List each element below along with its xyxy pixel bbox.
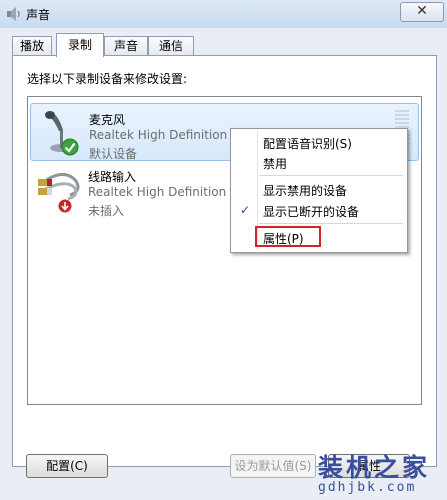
tab-label: 声音 — [113, 39, 138, 53]
tab-communications[interactable]: 通信 — [148, 36, 194, 56]
menu-item-show-disabled[interactable]: 显示禁用的设备 — [263, 182, 347, 199]
set-default-button[interactable]: 设为默认值(S) — [230, 454, 316, 478]
window-title: 声音 — [26, 8, 51, 22]
tab-label: 录制 — [67, 38, 92, 52]
watermark-logo: 装机之家 — [318, 453, 431, 482]
menu-separator — [259, 223, 403, 224]
configure-button[interactable]: 配置(C) — [26, 454, 108, 478]
close-icon: ✕ — [416, 3, 428, 19]
checkmark-icon: ✓ — [240, 203, 251, 217]
highlight-box — [255, 226, 321, 247]
device-name: 麦克风 — [89, 113, 126, 127]
menu-separator — [259, 175, 403, 176]
tab-label: 通信 — [158, 39, 183, 53]
default-check-icon — [61, 138, 79, 156]
title-bar: 声音 ✕ — [0, 0, 447, 28]
device-status: 未插入 — [88, 204, 125, 218]
menu-item-disable[interactable]: 禁用 — [263, 155, 287, 172]
close-button[interactable]: ✕ — [400, 2, 444, 22]
tab-label: 播放 — [19, 39, 44, 53]
unplugged-arrow-icon — [58, 199, 72, 213]
context-menu: 配置语音识别(S) 禁用 显示禁用的设备 ✓ 显示已断开的设备 属性(P) — [230, 128, 408, 253]
device-name: 线路输入 — [88, 170, 137, 184]
device-status: 默认设备 — [89, 147, 138, 161]
watermark-url: gdhjbk.com — [318, 480, 417, 495]
recording-panel: 选择以下录制设备来修改设置: 麦克风 Realtek High Definiti… — [12, 55, 437, 467]
speaker-icon — [7, 7, 20, 21]
tab-sounds[interactable]: 声音 — [104, 36, 148, 56]
menu-item-configure-speech[interactable]: 配置语音识别(S) — [263, 135, 352, 152]
tab-recording[interactable]: 录制 — [56, 33, 104, 57]
tab-playback[interactable]: 播放 — [12, 36, 52, 56]
menu-item-show-disconnected[interactable]: 显示已断开的设备 — [263, 203, 359, 220]
instruction-text: 选择以下录制设备来修改设置: — [27, 72, 188, 86]
